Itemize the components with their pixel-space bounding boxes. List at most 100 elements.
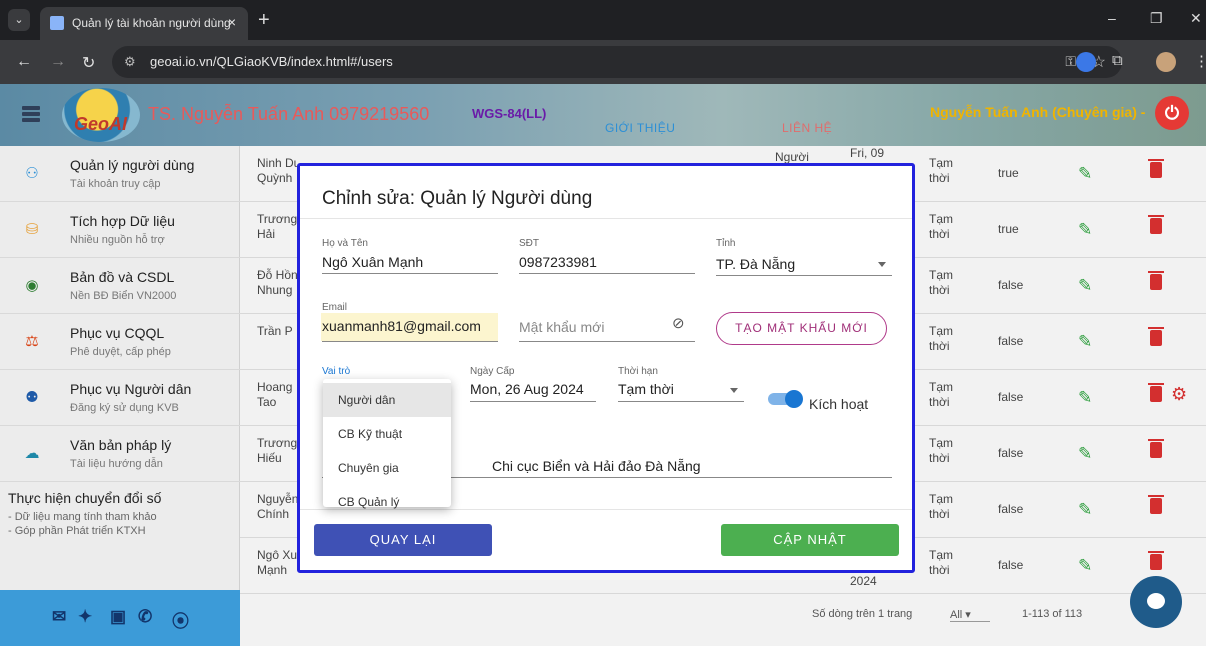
profile-avatar-icon[interactable] [1156, 52, 1176, 72]
sidebar-item-subtitle: Tài khoản truy cập [70, 178, 161, 190]
twitter-icon[interactable]: ✦ [78, 607, 92, 627]
active-cell: false [998, 390, 1024, 404]
cloud-download-icon: ☁ [24, 445, 40, 462]
edit-pencil-icon[interactable]: ✎ [1078, 500, 1092, 520]
role-option-nguoi-dan[interactable]: Người dân [323, 383, 451, 417]
crs-indicator[interactable]: WGS-84(LL) [472, 106, 546, 121]
province-select[interactable]: TP. Đà Nẵng [716, 256, 795, 272]
minimize-icon[interactable]: – [1108, 10, 1116, 26]
restore-icon[interactable]: ❐ [1150, 10, 1163, 27]
close-window-icon[interactable]: ✕ [1190, 10, 1202, 27]
people-icon: ⚉ [25, 389, 39, 406]
phone-field[interactable]: 0987233981 [519, 254, 597, 270]
active-cell: false [998, 502, 1024, 516]
delete-trash-icon[interactable] [1148, 495, 1164, 514]
delete-trash-icon[interactable] [1148, 159, 1164, 178]
back-button[interactable]: QUAY LẠI [314, 524, 492, 556]
update-button[interactable]: CẬP NHẬT [721, 524, 899, 556]
tab-title: Quản lý tài khoản người dùng [72, 16, 231, 30]
user-name-cell: Nguyễn Chính [257, 492, 297, 521]
whatsapp-icon[interactable]: ✆ [138, 607, 152, 627]
user-name-cell: Trần P [257, 324, 293, 338]
new-tab-button[interactable]: + [258, 9, 270, 32]
tab-close-icon[interactable]: × [228, 14, 236, 30]
linkedin-icon[interactable]: ▣ [110, 607, 126, 627]
menu-icon[interactable] [22, 106, 40, 124]
logout-power-icon[interactable]: ⏻ [1155, 96, 1189, 130]
delete-trash-icon[interactable] [1148, 271, 1164, 290]
browser-menu-icon[interactable]: ⋮ [1194, 52, 1206, 70]
phone-label: SĐT [519, 238, 539, 249]
user-name-cell: Trương Hải [257, 212, 297, 241]
sidebar-item-cqql[interactable]: ⚖ Phục vụ CQQL Phê duyệt, cấp phép [0, 314, 240, 370]
forward-icon[interactable]: → [50, 53, 66, 71]
delete-trash-icon[interactable] [1148, 327, 1164, 346]
term-cell: Tạm thời [929, 212, 953, 241]
edit-pencil-icon[interactable]: ✎ [1078, 556, 1092, 576]
term-select[interactable]: Tạm thời [618, 381, 674, 397]
active-toggle[interactable] [768, 390, 803, 408]
sidebar-item-users[interactable]: ⚇ Quản lý người dùng Tài khoản truy cập [0, 146, 240, 202]
browser-tab-bar: ⌄ Quản lý tài khoản người dùng × + – ❐ ✕ [0, 0, 1206, 40]
extensions-puzzle-icon[interactable]: ⧉ [1112, 52, 1123, 69]
user-name-cell: Đỗ Hồn Nhung [257, 268, 297, 297]
edit-pencil-icon[interactable]: ✎ [1078, 164, 1092, 184]
role-option-cb-ky-thuat[interactable]: CB Kỹ thuật [323, 417, 451, 451]
browser-tab[interactable]: Quản lý tài khoản người dùng × [40, 7, 248, 40]
password-key-icon[interactable]: ⚿ [1065, 53, 1076, 70]
user-name-cell: Trương Hiếu [257, 436, 297, 465]
sidebar-item-citizens[interactable]: ⚉ Phục vụ Người dân Đăng ký sử dụng KVB [0, 370, 240, 426]
broadcast-icon[interactable]: ⦿ [172, 607, 189, 632]
role-option-chuyen-gia[interactable]: Chuyên gia [323, 451, 451, 485]
url-bar[interactable]: ⚙ geoai.io.vn/QLGiaoKVB/index.html#/user… [112, 46, 1122, 78]
sidebar-item-maps[interactable]: ◉ Bản đồ và CSDL Nền BĐ Biển VN2000 [0, 258, 240, 314]
term-cell: Tạm thời [929, 324, 953, 353]
term-cell: Tạm thời [929, 380, 953, 409]
email-field[interactable]: xuanmanh81@gmail.com [322, 318, 481, 334]
active-cell: false [998, 446, 1024, 460]
active-cell: true [998, 222, 1019, 236]
settings-gear-icon[interactable]: ⚙ [1171, 384, 1187, 405]
delete-trash-icon[interactable] [1148, 215, 1164, 234]
edit-pencil-icon[interactable]: ✎ [1078, 220, 1092, 240]
nav-contact-link[interactable]: LIÊN HỆ [782, 121, 832, 135]
sidebar-item-legal-docs[interactable]: ☁ Văn bản pháp lý Tài liệu hướng dẫn [0, 426, 240, 482]
date-cell-peek: Fri, 09 [850, 146, 885, 160]
province-underline [716, 275, 892, 276]
delete-trash-icon[interactable] [1148, 551, 1164, 570]
sidebar-item-subtitle: Nền BĐ Biển VN2000 [70, 290, 177, 302]
edit-pencil-icon[interactable]: ✎ [1078, 388, 1092, 408]
delete-trash-icon[interactable] [1148, 439, 1164, 458]
email-label: Email [322, 302, 348, 313]
back-icon[interactable]: ← [16, 53, 32, 71]
issue-date-field[interactable]: Mon, 26 Aug 2024 [470, 381, 584, 397]
password-field[interactable]: Mật khẩu mới [519, 319, 604, 335]
eye-off-icon[interactable]: ⊘ [672, 314, 685, 332]
mail-icon[interactable]: ✉ [52, 607, 66, 627]
role-option-cb-quan-ly[interactable]: CB Quản lý [323, 485, 451, 519]
sidebar-item-data-integration[interactable]: ⛁ Tích hợp Dữ liệu Nhiều nguồn hỗ trợ [0, 202, 240, 258]
geoai-logo: GeoAI [62, 88, 140, 142]
rows-per-page-select[interactable]: All ▾ [950, 608, 990, 622]
province-label: Tỉnh [716, 238, 736, 249]
chevron-down-icon[interactable] [730, 388, 738, 393]
fullname-field[interactable]: Ngô Xuân Mạnh [322, 254, 423, 270]
tab-search-icon[interactable]: ⌄ [8, 9, 30, 31]
user-name-cell: Ninh DuyQuỳnh [257, 156, 297, 185]
sidebar-item-subtitle: Tài liệu hướng dẫn [70, 458, 163, 470]
reload-icon[interactable]: ↻ [82, 53, 95, 73]
extension-icon[interactable] [1076, 52, 1096, 72]
edit-pencil-icon[interactable]: ✎ [1078, 332, 1092, 352]
nav-intro-link[interactable]: GIỚI THIỆU [605, 121, 675, 135]
chevron-down-icon[interactable] [878, 262, 886, 267]
date-underline [470, 401, 596, 402]
favicon-icon [50, 16, 64, 30]
edit-pencil-icon[interactable]: ✎ [1078, 444, 1092, 464]
generate-password-button[interactable]: TẠO MẬT KHẨU MỚI [716, 312, 887, 345]
organization-field[interactable]: Chi cục Biển và Hải đảo Đà Nẵng [492, 458, 701, 474]
term-label: Thời hạn [618, 366, 658, 377]
edit-pencil-icon[interactable]: ✎ [1078, 276, 1092, 296]
delete-trash-icon[interactable] [1148, 383, 1164, 402]
site-info-icon[interactable]: ⚙ [124, 54, 136, 70]
chat-bubble-button[interactable] [1130, 576, 1182, 628]
